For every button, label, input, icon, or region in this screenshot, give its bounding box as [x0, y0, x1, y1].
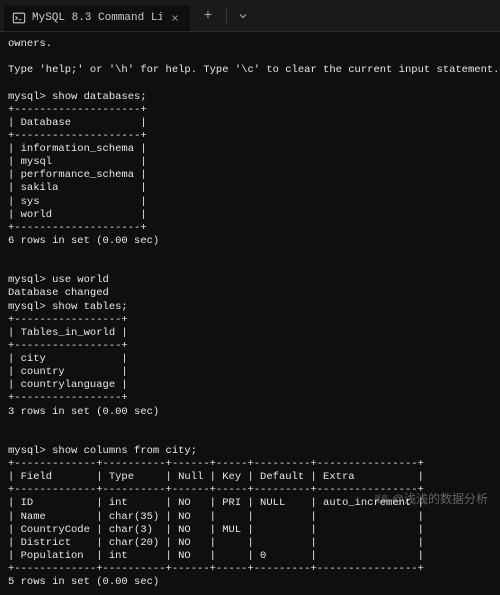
tab-dropdown-button[interactable]: [233, 6, 253, 26]
prompt-line: mysql> show tables;: [8, 301, 128, 313]
table-row: | sys |: [8, 196, 147, 208]
table-border: +--------------------+: [8, 222, 147, 234]
terminal-icon: [12, 11, 26, 25]
table-border: +-------------+----------+------+-----+-…: [8, 484, 424, 496]
terminal-output[interactable]: owners. Type 'help;' or '\h' for help. T…: [0, 32, 500, 595]
tab-divider: [226, 8, 227, 24]
table-row: | country |: [8, 366, 128, 378]
table-row: | Population | int | NO | | 0 | |: [8, 550, 424, 562]
tab-bar: MySQL 8.3 Command Line Cli +: [0, 0, 500, 32]
table-header: | Database |: [8, 117, 147, 129]
table-row: | District | char(20) | NO | | | |: [8, 537, 424, 549]
output-line: Database changed: [8, 287, 109, 299]
table-border: +-----------------+: [8, 314, 128, 326]
table-header: | Tables_in_world |: [8, 327, 128, 339]
zhihu-icon: [374, 492, 388, 506]
prompt-line: mysql> show databases;: [8, 91, 147, 103]
table-border: +--------------------+: [8, 130, 147, 142]
result-line: 5 rows in set (0.00 sec): [8, 576, 159, 588]
table-header: | Field | Type | Null | Key | Default | …: [8, 471, 424, 483]
result-line: 6 rows in set (0.00 sec): [8, 235, 159, 247]
output-line: owners.: [8, 38, 52, 50]
prompt-line: mysql> use world: [8, 274, 109, 286]
table-border: +-----------------+: [8, 340, 128, 352]
table-row: | sakila |: [8, 182, 147, 194]
table-row: | countrylanguage |: [8, 379, 128, 391]
table-row: | city |: [8, 353, 128, 365]
table-border: +-------------+----------+------+-----+-…: [8, 458, 424, 470]
table-row: | performance_schema |: [8, 169, 147, 181]
prompt-line: mysql> show columns from city;: [8, 445, 197, 457]
tab-mysql[interactable]: MySQL 8.3 Command Line Cli: [4, 5, 190, 31]
result-line: 3 rows in set (0.00 sec): [8, 406, 159, 418]
table-border: +-------------+----------+------+-----+-…: [8, 563, 424, 575]
table-row: | Name | char(35) | NO | | | |: [8, 511, 424, 523]
table-row: | world |: [8, 209, 147, 221]
table-row: | mysql |: [8, 156, 147, 168]
new-tab-button[interactable]: +: [196, 4, 220, 28]
watermark-text: @浅浅的数据分析: [392, 490, 488, 507]
tab-title: MySQL 8.3 Command Line Cli: [32, 12, 162, 24]
close-icon[interactable]: [168, 11, 182, 25]
table-row: | information_schema |: [8, 143, 147, 155]
output-line: Type 'help;' or '\h' for help. Type '\c'…: [8, 64, 499, 76]
table-row: | CountryCode | char(3) | NO | MUL | | |: [8, 524, 424, 536]
table-row: | ID | int | NO | PRI | NULL | auto_incr…: [8, 497, 424, 509]
watermark: @浅浅的数据分析: [374, 490, 488, 507]
table-border: +-----------------+: [8, 392, 128, 404]
table-border: +--------------------+: [8, 104, 147, 116]
